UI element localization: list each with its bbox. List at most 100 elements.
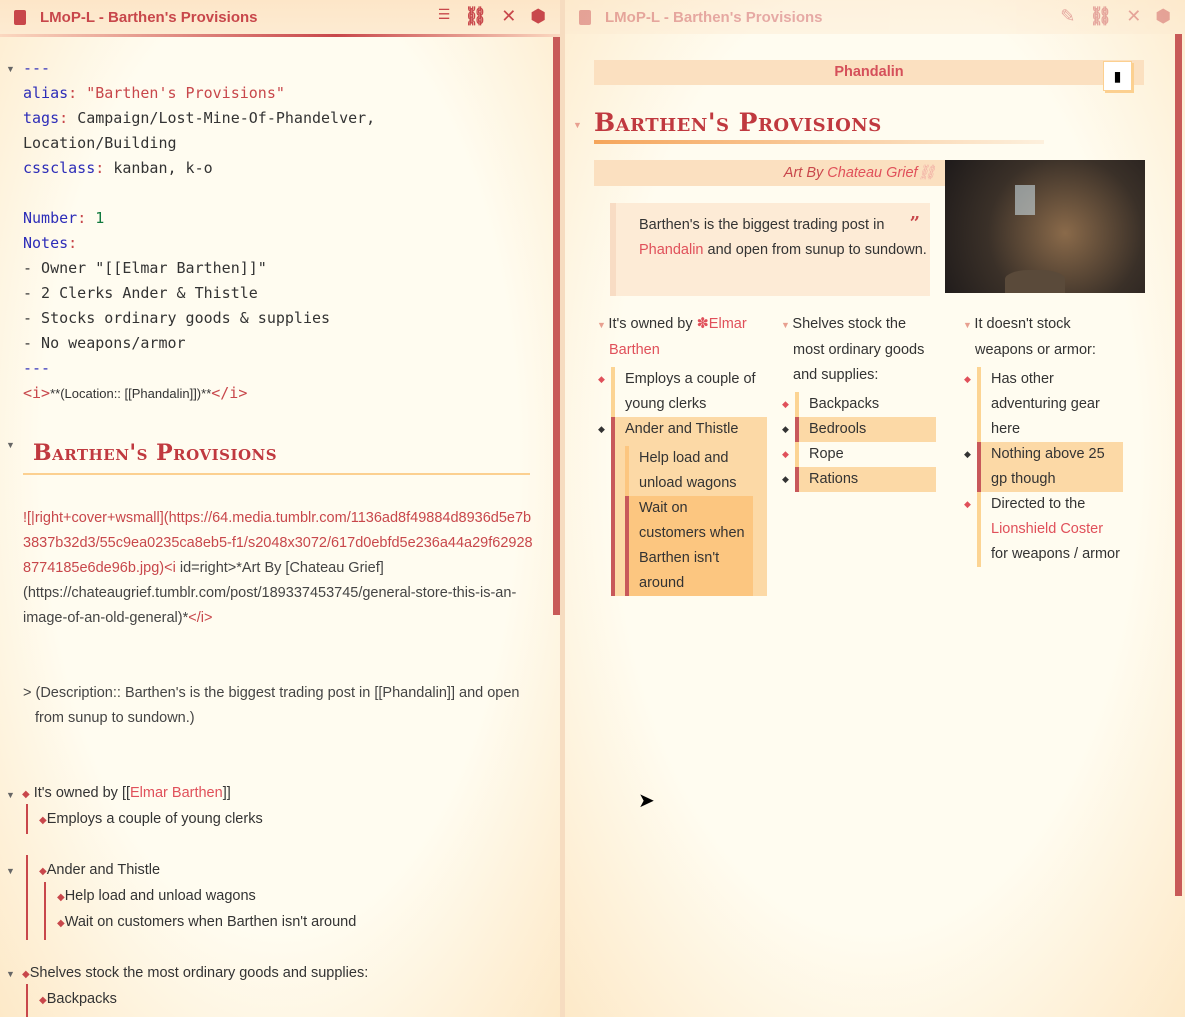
list-item[interactable]: ◆ It's owned by [[Elmar Barthen]] bbox=[22, 785, 231, 801]
mouse-cursor-icon: ➤ bbox=[638, 790, 655, 812]
note-line: - 2 Clerks Ander & Thistle bbox=[23, 284, 258, 302]
art-credit: Art By Chateau Grief⛓ bbox=[594, 160, 946, 186]
hexagon-icon[interactable]: ⬢ bbox=[1155, 6, 1171, 27]
indent-guide bbox=[44, 882, 46, 940]
quote-text: and open from sunup to sundown. bbox=[707, 242, 927, 258]
fold-icon[interactable]: ▼ bbox=[597, 320, 608, 330]
list-item[interactable]: ◆Wait on customers when Barthen isn't ar… bbox=[57, 914, 356, 930]
fold-icon[interactable]: ▼ bbox=[781, 320, 792, 330]
file-icon-button[interactable]: ▮ bbox=[1103, 61, 1132, 91]
list-text: It's owned by [[ bbox=[33, 785, 130, 801]
note-line: - No weapons/armor bbox=[23, 334, 186, 352]
close-icon[interactable]: ✕ bbox=[1126, 6, 1141, 27]
document-icon bbox=[579, 9, 591, 25]
tags-key: tags bbox=[23, 109, 60, 127]
list-item[interactable]: ◆Shelves stock the most ordinary goods a… bbox=[22, 965, 368, 981]
image-embed-source[interactable]: ![|right+cover+wsmall](https://64.media.… bbox=[23, 506, 533, 631]
kanban-column: ▼ It doesn't stock weapons or armor: ◆ Ha… bbox=[963, 312, 1123, 567]
link-icon[interactable]: ⛓ bbox=[464, 6, 487, 27]
cssclass-value: kanban, k-o bbox=[113, 159, 213, 177]
tags-value: Campaign/Lost-Mine-Of-Phandelver, bbox=[77, 109, 376, 127]
header-divider bbox=[0, 34, 560, 37]
fold-icon[interactable]: ▼ bbox=[963, 320, 974, 330]
list-text: Bedrools bbox=[809, 421, 867, 437]
paw-icon: ✽ bbox=[696, 316, 709, 332]
frontmatter[interactable]: --- alias: "Barthen's Provisions" tags: … bbox=[23, 56, 375, 406]
list-text: Help load and unload wagons bbox=[639, 450, 737, 491]
indent-guide bbox=[26, 984, 28, 1017]
heading: Barthen's Provisions bbox=[594, 108, 882, 137]
location-banner[interactable]: Phandalin bbox=[594, 60, 1144, 85]
heading: Barthen's Provisions bbox=[33, 440, 278, 466]
list-item[interactable]: ◆Help load and unload wagons bbox=[57, 888, 256, 904]
list-item[interactable]: ◆ Directed to the Lionshield Coster for w… bbox=[964, 492, 1123, 567]
list-text: Nothing above 25 gp though bbox=[991, 446, 1105, 487]
column-title: Shelves stock the most ordinary goods an… bbox=[792, 316, 925, 383]
list-item[interactable]: ◆ Ander and Thistle Help load and unload … bbox=[598, 417, 767, 596]
list-item[interactable]: Help load and unload wagons bbox=[625, 446, 767, 496]
number-key: Number bbox=[23, 209, 78, 227]
lionshield-coster-link[interactable]: Lionshield Coster bbox=[991, 521, 1103, 537]
fold-icon[interactable]: ▼ bbox=[6, 866, 15, 876]
pane-title: LMoP-L - Barthen's Provisions bbox=[40, 8, 258, 26]
phandalin-link[interactable]: Phandalin bbox=[639, 242, 704, 258]
fold-icon[interactable]: ▼ bbox=[6, 969, 15, 979]
store-image bbox=[945, 160, 1145, 293]
bullet-icon: ◆ bbox=[782, 399, 789, 409]
fold-icon[interactable]: ▼ bbox=[6, 790, 15, 800]
editor-pane: LMoP-L - Barthen's Provisions ☰ ⛓ ✕ ⬢ ▼ … bbox=[0, 0, 560, 1017]
link-icon[interactable]: ⛓ bbox=[1089, 6, 1112, 27]
list-text: Wait on customers when Barthen isn't aro… bbox=[64, 914, 357, 930]
list-item[interactable]: ◆ Rope bbox=[782, 442, 936, 467]
tag-open: <i> bbox=[23, 384, 51, 402]
list-item[interactable]: ◆ Has other adventuring gear here bbox=[964, 367, 1123, 442]
list-item[interactable]: ◆Employs a couple of young clerks bbox=[598, 367, 767, 417]
reading-view-icon[interactable]: ☰ bbox=[438, 6, 451, 27]
list-item[interactable]: ◆ Bedrools bbox=[782, 417, 936, 442]
bullet-icon: ◆ bbox=[782, 424, 789, 434]
fold-icon[interactable]: ▼ bbox=[6, 64, 15, 74]
location-line: **(Location:: [[Phandalin]])** bbox=[50, 386, 212, 401]
list-item[interactable]: ◆ Rations bbox=[782, 467, 936, 492]
tag-attr: id=right> bbox=[175, 560, 237, 576]
wikilink-elmar-barthen[interactable]: Elmar Barthen bbox=[130, 785, 223, 801]
description-source[interactable]: > (Description:: Barthen's is the bigges… bbox=[23, 681, 533, 731]
list-item[interactable]: Wait on customers when Barthen isn't aro… bbox=[625, 496, 753, 596]
bullet-icon: ◆ bbox=[782, 474, 789, 484]
list-text: Rations bbox=[809, 471, 859, 487]
bullet-icon: ◆ bbox=[964, 449, 971, 459]
hexagon-icon[interactable]: ⬢ bbox=[530, 6, 546, 27]
list-text: Ander and Thistle bbox=[46, 862, 161, 878]
list-text: ]] bbox=[222, 785, 231, 801]
cssclass-key: cssclass bbox=[23, 159, 96, 177]
document-icon bbox=[14, 9, 26, 25]
notes-key: Notes bbox=[23, 234, 69, 252]
list-item[interactable]: ◆Employs a couple of young clerks bbox=[39, 811, 263, 827]
list-text: Has other adventuring gear here bbox=[991, 371, 1100, 437]
indent-guide bbox=[26, 804, 28, 834]
kanban-column: ▼ It's owned by ✽Elmar Barthen ◆ Employs … bbox=[597, 312, 767, 596]
fold-icon[interactable]: ▼ bbox=[6, 440, 15, 450]
column-title: It doesn't stock weapons or armor: bbox=[974, 316, 1096, 358]
list-text: Employs a couple of young clerks bbox=[625, 371, 756, 412]
list-text: Directed to the bbox=[991, 496, 1086, 512]
edit-pencil-icon[interactable]: ✎ bbox=[1060, 6, 1075, 27]
list-item[interactable]: ◆Ander and Thistle bbox=[39, 862, 160, 878]
pane-header: LMoP-L - Barthen's Provisions ☰ ⛓ ✕ ⬢ bbox=[0, 0, 560, 34]
fold-icon[interactable]: ▼ bbox=[573, 120, 582, 130]
list-item[interactable]: ◆Backpacks bbox=[782, 392, 936, 417]
quote-icon: ” bbox=[909, 213, 920, 234]
scrollbar[interactable] bbox=[1175, 34, 1182, 896]
list-text: for weapons / armor bbox=[991, 546, 1120, 562]
pane-header: LMoP-L - Barthen's Provisions ✎ ⛓ ✕ ⬢ bbox=[565, 0, 1185, 34]
close-icon[interactable]: ✕ bbox=[501, 6, 516, 27]
banner-link[interactable]: Phandalin bbox=[834, 64, 903, 80]
scrollbar[interactable] bbox=[553, 37, 560, 615]
description-callout: Barthen's is the biggest trading post in… bbox=[610, 203, 930, 296]
art-credit-link[interactable]: Chateau Grief bbox=[827, 165, 917, 181]
preview-pane: LMoP-L - Barthen's Provisions ✎ ⛓ ✕ ⬢ Ph… bbox=[565, 0, 1185, 1017]
image-window bbox=[1015, 185, 1035, 215]
external-link-icon: ⛓ bbox=[917, 165, 936, 181]
list-item[interactable]: ◆Backpacks bbox=[39, 991, 117, 1007]
list-item[interactable]: ◆ Nothing above 25 gp though bbox=[964, 442, 1123, 492]
